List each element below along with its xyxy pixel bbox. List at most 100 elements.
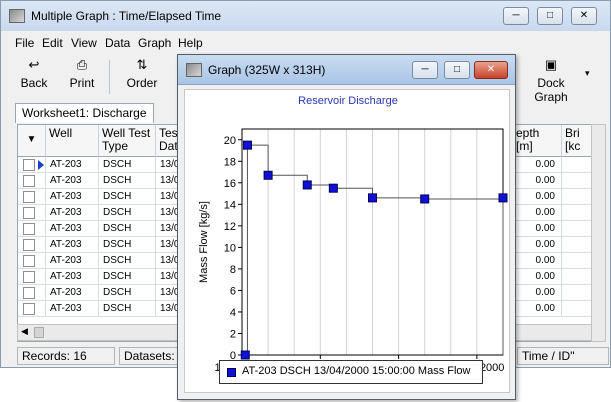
cell-well[interactable]: AT-203	[46, 157, 99, 173]
graph-close-button[interactable]: ✕	[474, 61, 508, 79]
hscroll-thumb[interactable]	[34, 327, 44, 338]
cell-well[interactable]: AT-203	[46, 205, 99, 221]
maximize-button[interactable]: □	[537, 7, 563, 25]
col-well[interactable]: Well	[46, 125, 99, 157]
cell-brine[interactable]	[562, 301, 592, 317]
dock-graph-icon: ▣	[544, 57, 558, 72]
graph-maximize-button[interactable]: □	[444, 61, 470, 79]
row-checkbox[interactable]	[23, 303, 35, 315]
cell-well[interactable]: AT-203	[46, 253, 99, 269]
cell-depth[interactable]: 0.00	[513, 237, 562, 253]
cell-well[interactable]: AT-203	[46, 173, 99, 189]
cell-depth[interactable]: 0.00	[513, 205, 562, 221]
row-selector[interactable]	[18, 189, 46, 205]
cell-well[interactable]: AT-203	[46, 285, 99, 301]
cell-type[interactable]: DSCH	[99, 173, 156, 189]
cell-brine[interactable]	[562, 237, 592, 253]
cell-type[interactable]: DSCH	[99, 253, 156, 269]
cell-brine[interactable]	[562, 157, 592, 173]
data-point	[240, 350, 250, 360]
cell-type[interactable]: DSCH	[99, 205, 156, 221]
cell-type[interactable]: DSCH	[99, 269, 156, 285]
row-checkbox[interactable]	[23, 255, 35, 267]
menu-data[interactable]: Data	[105, 36, 130, 50]
row-selector[interactable]	[18, 269, 46, 285]
cell-well[interactable]: AT-203	[46, 237, 99, 253]
row-selector[interactable]	[18, 173, 46, 189]
graph-minimize-button[interactable]: ─	[412, 61, 438, 79]
cell-well[interactable]: AT-203	[46, 189, 99, 205]
y-tick-label: 10	[224, 242, 236, 254]
col-brine[interactable]: Bri [kc	[562, 125, 592, 157]
row-selector[interactable]	[18, 301, 46, 317]
cell-well[interactable]: AT-203	[46, 221, 99, 237]
cell-depth[interactable]: 0.00	[513, 285, 562, 301]
cell-type[interactable]: DSCH	[99, 189, 156, 205]
y-tick-label: 18	[224, 156, 236, 168]
order-button[interactable]: ⇅ Order	[125, 58, 159, 91]
row-checkbox[interactable]	[23, 159, 35, 171]
cell-brine[interactable]	[562, 253, 592, 269]
cell-brine[interactable]	[562, 205, 592, 221]
row-selector[interactable]	[18, 205, 46, 221]
back-button[interactable]: ↩ Back	[19, 58, 49, 91]
dock-graph-button[interactable]: ▣ Dock Graph	[521, 57, 581, 105]
y-tick-label: 20	[224, 135, 236, 147]
cell-type[interactable]: DSCH	[99, 221, 156, 237]
graph-app-icon	[186, 63, 202, 77]
col-depth[interactable]: epth [m]	[513, 125, 562, 157]
row-checkbox[interactable]	[23, 223, 35, 235]
cell-well[interactable]: AT-203	[46, 301, 99, 317]
cell-brine[interactable]	[562, 173, 592, 189]
cell-type[interactable]: DSCH	[99, 237, 156, 253]
cell-brine[interactable]	[562, 221, 592, 237]
row-checkbox[interactable]	[23, 175, 35, 187]
row-selector[interactable]	[18, 237, 46, 253]
scroll-left-icon[interactable]: ◀	[21, 326, 28, 337]
cell-depth[interactable]: 0.00	[513, 173, 562, 189]
row-selector-header[interactable]: ▼	[18, 125, 46, 157]
row-checkbox[interactable]	[23, 239, 35, 251]
plot-area: 0246810121416182014/04/200017/04/200020/…	[184, 89, 510, 393]
cell-depth[interactable]: 0.00	[513, 269, 562, 285]
cell-depth[interactable]: 0.00	[513, 221, 562, 237]
minimize-button[interactable]: ─	[503, 7, 529, 25]
menu-edit[interactable]: Edit	[42, 36, 63, 50]
menu-file[interactable]: File	[15, 36, 34, 50]
vertical-scrollbar[interactable]	[591, 124, 606, 342]
row-selector[interactable]	[18, 157, 46, 173]
menu-graph[interactable]: Graph	[138, 36, 171, 50]
cell-depth[interactable]: 0.00	[513, 301, 562, 317]
close-button[interactable]: ✕	[571, 7, 597, 25]
tab-worksheet1[interactable]: Worksheet1: Discharge	[15, 103, 154, 123]
row-checkbox[interactable]	[23, 207, 35, 219]
cell-brine[interactable]	[562, 269, 592, 285]
graph-titlebar[interactable]: Graph (325W x 313H) ─ □ ✕	[178, 55, 515, 85]
row-checkbox[interactable]	[23, 191, 35, 203]
print-button[interactable]: ⎙ Print	[67, 58, 97, 91]
cell-brine[interactable]	[562, 189, 592, 205]
row-selector[interactable]	[18, 253, 46, 269]
menu-help[interactable]: Help	[178, 36, 203, 50]
cell-depth[interactable]: 0.00	[513, 189, 562, 205]
main-titlebar[interactable]: Multiple Graph : Time/Elapsed Time ─ □ ✕	[1, 1, 610, 31]
cell-type[interactable]: DSCH	[99, 301, 156, 317]
menu-view[interactable]: View	[71, 36, 97, 50]
cell-depth[interactable]: 0.00	[513, 253, 562, 269]
data-point	[263, 170, 273, 180]
cell-type[interactable]: DSCH	[99, 157, 156, 173]
row-checkbox[interactable]	[23, 271, 35, 283]
row-selector[interactable]	[18, 285, 46, 301]
row-selector[interactable]	[18, 221, 46, 237]
col-well-test-type[interactable]: Well Test Type	[99, 125, 156, 157]
graph-window: Graph (325W x 313H) ─ □ ✕ 0 2 4 6 8 10 12 14 16 1…	[177, 54, 516, 400]
data-point	[302, 180, 312, 190]
cell-brine[interactable]	[562, 285, 592, 301]
cell-depth[interactable]: 0.00	[513, 157, 562, 173]
dock-graph-dropdown-icon[interactable]: ▾	[585, 68, 590, 79]
cell-well[interactable]: AT-203	[46, 269, 99, 285]
row-checkbox[interactable]	[23, 287, 35, 299]
data-point	[420, 194, 430, 204]
cell-type[interactable]: DSCH	[99, 285, 156, 301]
app-icon	[9, 9, 25, 23]
